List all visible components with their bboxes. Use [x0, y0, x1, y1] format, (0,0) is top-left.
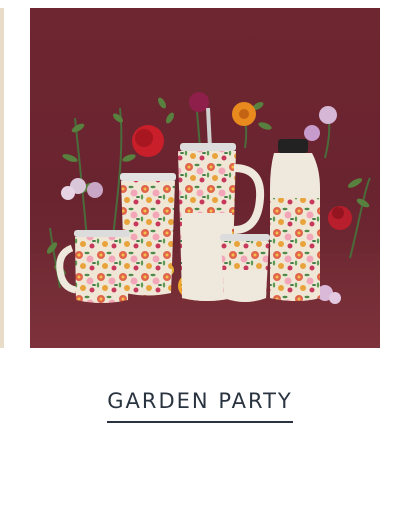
collection-title-link[interactable]: GARDEN PARTY — [107, 388, 293, 423]
collection-caption: GARDEN PARTY — [0, 388, 400, 423]
garden-party-product-photo — [30, 92, 380, 348]
next-card-edge — [392, 8, 400, 348]
previous-card-edge[interactable] — [0, 8, 4, 348]
collection-image-link[interactable] — [30, 8, 380, 348]
